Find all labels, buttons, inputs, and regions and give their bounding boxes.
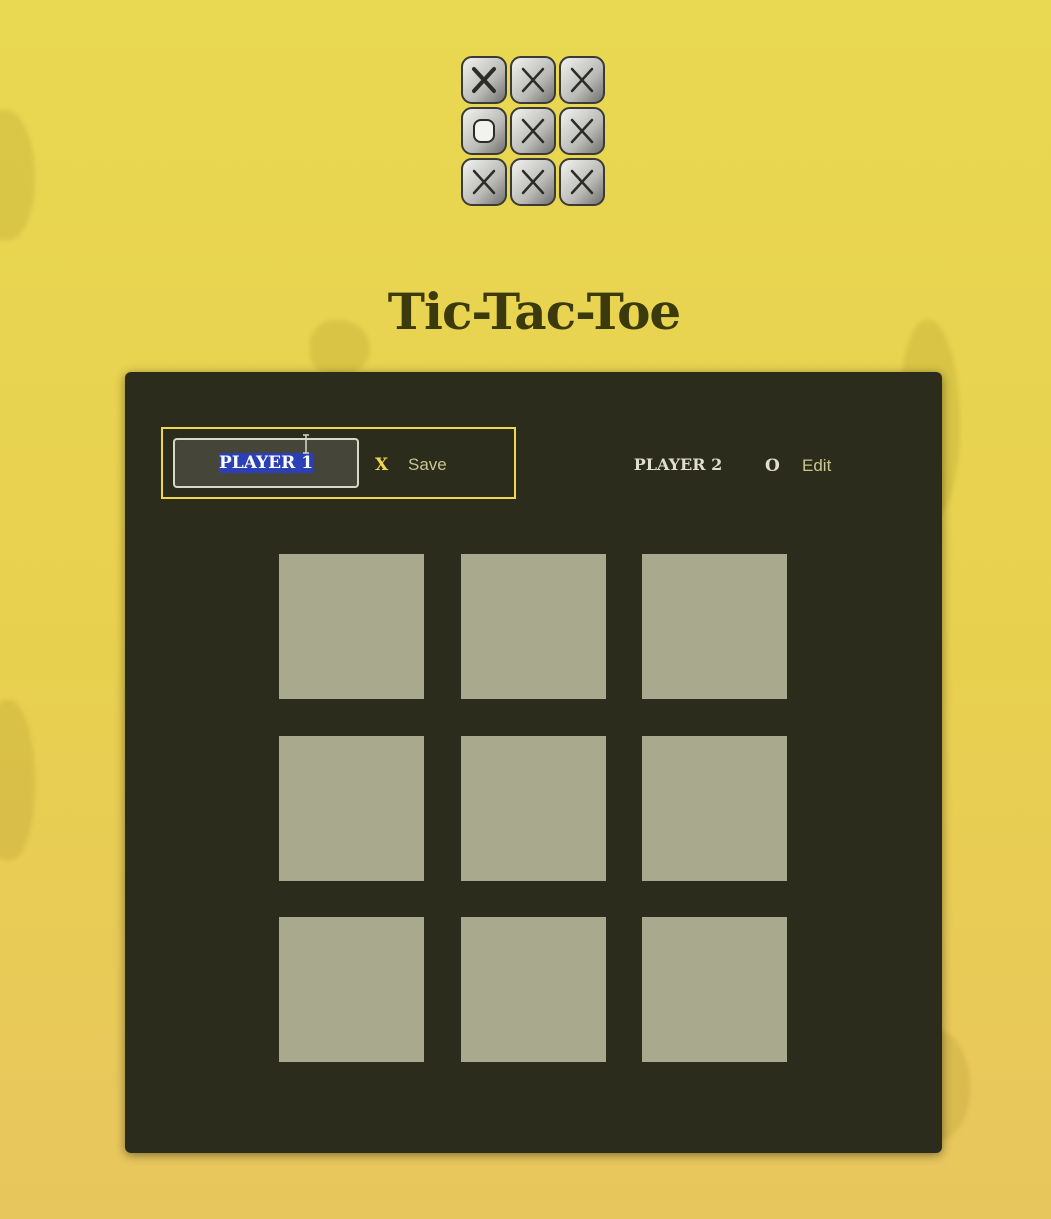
text-cursor-icon xyxy=(303,434,309,454)
edit-button[interactable]: Edit xyxy=(802,456,831,476)
player-1-symbol: X xyxy=(375,455,389,475)
player-2-panel: PLAYER 2 O Edit xyxy=(605,427,865,499)
game-board-panel: X Save PLAYER 2 O Edit xyxy=(125,372,942,1153)
header: Tic-Tac-Toe xyxy=(0,0,1051,341)
grid-cell[interactable] xyxy=(461,736,606,881)
grid-cell[interactable] xyxy=(642,736,787,881)
grid-cell[interactable] xyxy=(279,736,424,881)
grid-cell[interactable] xyxy=(279,917,424,1062)
tic-tac-toe-logo-icon xyxy=(461,56,605,206)
save-button[interactable]: Save xyxy=(408,455,447,475)
player-1-panel: X Save xyxy=(161,427,516,499)
player-2-symbol: O xyxy=(765,456,780,476)
grid-cell[interactable] xyxy=(461,554,606,699)
player-1-name-input[interactable] xyxy=(173,438,359,488)
grid-cell[interactable] xyxy=(642,917,787,1062)
grid-cell[interactable] xyxy=(642,554,787,699)
page-title: Tic-Tac-Toe xyxy=(387,281,682,341)
grid-cell[interactable] xyxy=(279,554,424,699)
grid-cell[interactable] xyxy=(461,917,606,1062)
background-blot xyxy=(0,700,35,860)
player-2-name: PLAYER 2 xyxy=(633,455,723,474)
game-grid xyxy=(279,554,788,1062)
